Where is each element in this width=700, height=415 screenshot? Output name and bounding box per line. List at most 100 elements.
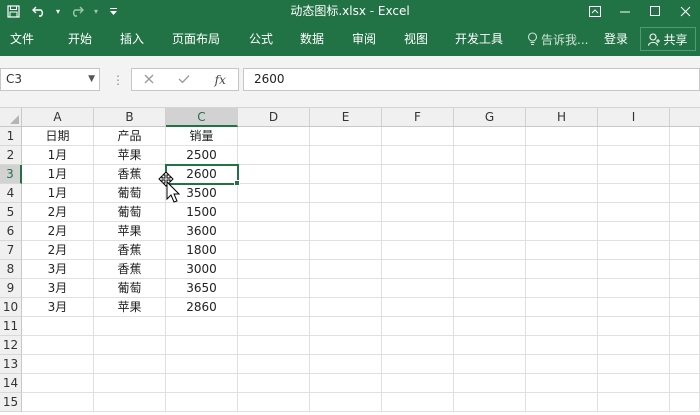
table-cell[interactable] — [670, 317, 700, 336]
table-cell[interactable] — [598, 374, 670, 393]
table-cell[interactable] — [310, 127, 382, 146]
table-cell[interactable] — [382, 374, 454, 393]
tell-me-search[interactable]: 告诉我... — [527, 22, 588, 56]
table-cell[interactable] — [166, 355, 238, 374]
table-cell[interactable] — [22, 336, 94, 355]
table-cell[interactable]: 3000 — [166, 260, 238, 279]
table-cell[interactable] — [382, 336, 454, 355]
cancel-icon[interactable] — [144, 73, 154, 87]
column-header-e[interactable]: E — [310, 108, 382, 127]
login-link[interactable]: 登录 — [604, 22, 628, 56]
save-icon[interactable] — [0, 0, 26, 22]
table-cell[interactable]: 1月 — [22, 184, 94, 203]
table-cell[interactable] — [598, 165, 670, 184]
table-cell[interactable] — [22, 317, 94, 336]
table-cell[interactable] — [238, 355, 310, 374]
vertical-dots-icon[interactable]: ⋮ — [112, 73, 124, 87]
table-cell[interactable] — [310, 184, 382, 203]
table-cell[interactable] — [382, 146, 454, 165]
name-box[interactable]: C3 ▼ — [0, 68, 100, 91]
table-cell[interactable] — [454, 374, 526, 393]
table-cell[interactable] — [670, 165, 700, 184]
table-cell[interactable]: 产品 — [94, 127, 166, 146]
table-cell[interactable] — [454, 355, 526, 374]
table-cell[interactable] — [238, 374, 310, 393]
table-cell[interactable] — [94, 355, 166, 374]
table-cell[interactable]: 1500 — [166, 203, 238, 222]
table-cell[interactable]: 1800 — [166, 241, 238, 260]
table-cell[interactable] — [454, 393, 526, 412]
tab-page-layout[interactable]: 页面布局 — [172, 22, 220, 56]
table-cell[interactable] — [670, 241, 700, 260]
table-cell[interactable] — [94, 336, 166, 355]
table-cell[interactable] — [454, 184, 526, 203]
undo-dropdown-icon[interactable]: ▾ — [52, 0, 64, 22]
table-cell[interactable] — [382, 203, 454, 222]
row-header[interactable]: 15 — [0, 393, 22, 412]
table-cell[interactable] — [454, 279, 526, 298]
table-cell[interactable] — [598, 393, 670, 412]
table-cell[interactable] — [670, 146, 700, 165]
table-cell[interactable] — [382, 298, 454, 317]
column-header-h[interactable]: H — [526, 108, 598, 127]
table-cell[interactable] — [166, 374, 238, 393]
table-cell[interactable] — [598, 336, 670, 355]
row-header[interactable]: 2 — [0, 146, 22, 165]
table-cell[interactable]: 3650 — [166, 279, 238, 298]
column-header-i[interactable]: I — [598, 108, 670, 127]
fill-handle[interactable] — [234, 180, 240, 186]
table-cell[interactable] — [22, 374, 94, 393]
row-header[interactable]: 14 — [0, 374, 22, 393]
table-cell[interactable] — [238, 298, 310, 317]
close-icon[interactable] — [670, 0, 700, 22]
enter-icon[interactable] — [178, 73, 190, 87]
table-cell[interactable] — [526, 222, 598, 241]
table-cell[interactable] — [382, 127, 454, 146]
minimize-icon[interactable] — [610, 0, 640, 22]
table-cell[interactable]: 3月 — [22, 279, 94, 298]
row-header[interactable]: 4 — [0, 184, 22, 203]
table-cell[interactable]: 苹果 — [94, 146, 166, 165]
table-cell[interactable] — [598, 146, 670, 165]
table-cell[interactable] — [238, 203, 310, 222]
tab-view[interactable]: 视图 — [404, 22, 428, 56]
table-cell[interactable] — [238, 222, 310, 241]
table-cell[interactable] — [310, 298, 382, 317]
formula-input[interactable]: 2600 — [243, 68, 700, 91]
row-header[interactable]: 1 — [0, 127, 22, 146]
table-cell[interactable] — [310, 317, 382, 336]
table-cell[interactable] — [670, 260, 700, 279]
table-cell[interactable] — [526, 279, 598, 298]
table-cell[interactable]: 香蕉 — [94, 165, 166, 184]
table-cell[interactable] — [670, 355, 700, 374]
ribbon-display-icon[interactable] — [580, 0, 610, 22]
table-cell[interactable] — [670, 127, 700, 146]
table-cell[interactable] — [454, 222, 526, 241]
table-cell[interactable] — [238, 393, 310, 412]
row-header[interactable]: 6 — [0, 222, 22, 241]
column-header-g[interactable]: G — [454, 108, 526, 127]
table-cell[interactable] — [238, 165, 310, 184]
tab-review[interactable]: 审阅 — [352, 22, 376, 56]
table-cell[interactable] — [382, 165, 454, 184]
select-all-button[interactable] — [0, 108, 22, 127]
table-cell[interactable]: 2月 — [22, 241, 94, 260]
row-header[interactable]: 9 — [0, 279, 22, 298]
maximize-icon[interactable] — [640, 0, 670, 22]
table-cell[interactable] — [310, 203, 382, 222]
column-header-f[interactable]: F — [382, 108, 454, 127]
row-header[interactable]: 11 — [0, 317, 22, 336]
table-cell[interactable]: 1月 — [22, 165, 94, 184]
table-cell[interactable] — [454, 336, 526, 355]
table-cell[interactable] — [94, 317, 166, 336]
table-cell[interactable] — [310, 222, 382, 241]
table-cell[interactable] — [670, 222, 700, 241]
table-cell[interactable] — [238, 279, 310, 298]
table-cell[interactable] — [454, 146, 526, 165]
table-cell[interactable] — [454, 241, 526, 260]
table-cell[interactable] — [166, 317, 238, 336]
table-cell[interactable] — [526, 393, 598, 412]
table-cell[interactable] — [670, 279, 700, 298]
table-cell[interactable] — [526, 241, 598, 260]
insert-function-icon[interactable]: fx — [215, 73, 226, 87]
